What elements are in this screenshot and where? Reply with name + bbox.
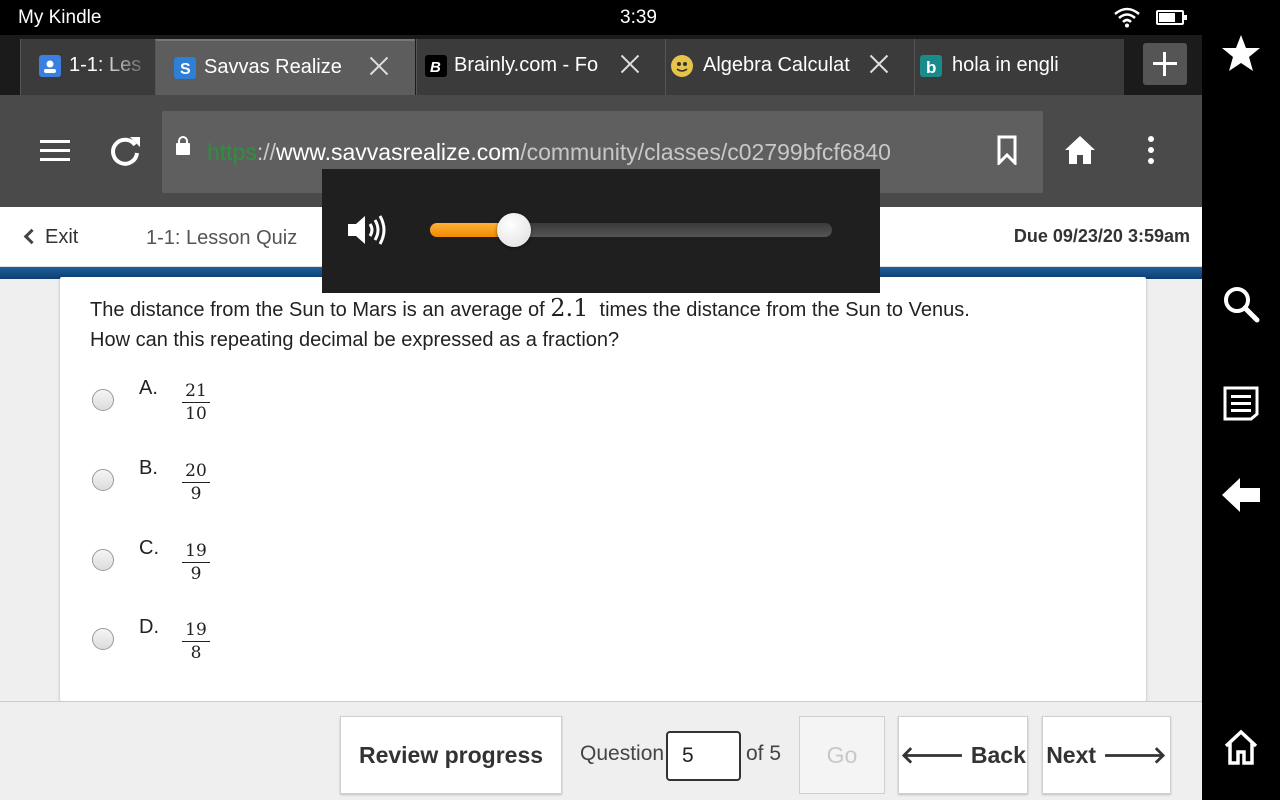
quiz-footer: Review progress Question of 5 Go 🡐 Back … [0, 701, 1202, 800]
overflow-menu-icon[interactable] [1145, 135, 1157, 165]
tab-brainly[interactable]: B Brainly.com - Fo [416, 39, 666, 95]
back-button[interactable]: 🡐 Back [898, 716, 1028, 794]
fraction: 21 10 [182, 381, 210, 424]
tab-savvas[interactable]: S Savvas Realize [155, 39, 415, 95]
speaker-icon [348, 215, 386, 245]
choice-d[interactable]: D. 19 8 [90, 616, 290, 676]
page-content: Exit 1-1: Lesson Quiz Due 09/23/20 3:59a… [0, 207, 1202, 800]
exit-button[interactable]: Exit [23, 226, 79, 249]
svg-text:B: B [430, 59, 441, 76]
tab-algebra[interactable]: Algebra Calculat [665, 39, 915, 95]
chevron-left-icon [23, 228, 40, 245]
close-icon[interactable] [366, 53, 392, 79]
choice-a[interactable]: A. 21 10 [90, 377, 290, 437]
radio-button[interactable] [92, 389, 114, 411]
tab-bing[interactable]: b hola in engli [914, 39, 1124, 95]
svg-text:b: b [926, 58, 936, 77]
reload-icon[interactable] [108, 133, 142, 167]
go-button[interactable]: Go [799, 716, 885, 794]
volume-overlay [322, 169, 880, 293]
tab-lesson[interactable]: 1-1: Les [20, 39, 156, 95]
question-total: of 5 [746, 742, 782, 765]
tab-title: Algebra Calculat [703, 54, 850, 76]
tab-strip: 1-1: Les S Savvas Realize B Brainly.com … [0, 35, 1202, 95]
fraction: 19 9 [182, 541, 210, 584]
exit-label: Exit [45, 226, 79, 248]
lock-icon [176, 136, 190, 155]
brainly-icon: B [425, 55, 447, 77]
choice-b[interactable]: B. 20 9 [90, 457, 290, 517]
fraction: 20 9 [182, 461, 210, 504]
radio-button[interactable] [92, 469, 114, 491]
back-arrow-icon[interactable] [1221, 477, 1261, 513]
reading-list-icon[interactable] [1222, 385, 1260, 421]
question-number-input[interactable] [666, 731, 741, 781]
url-text[interactable]: https://www.savvasrealize.com/community/… [207, 139, 891, 166]
bing-icon: b [920, 55, 942, 77]
calculator-icon [671, 55, 693, 77]
fraction: 19 8 [182, 620, 210, 663]
choice-c[interactable]: C. 19 9 [90, 537, 290, 597]
battery-icon [1156, 10, 1187, 25]
favorites-star-icon[interactable] [1221, 34, 1261, 72]
question-label: Question [580, 742, 665, 765]
savvas-icon: S [174, 57, 196, 79]
volume-fill [430, 223, 505, 237]
wifi-icon [1114, 7, 1140, 28]
app-name: My Kindle [18, 7, 102, 28]
svg-text:S: S [180, 61, 191, 78]
classroom-icon [39, 55, 61, 77]
status-bar: My Kindle 3:39 [0, 0, 1202, 35]
home-icon[interactable] [1222, 728, 1260, 766]
due-date: Due 09/23/20 3:59am [1013, 226, 1190, 246]
close-icon[interactable] [617, 51, 643, 77]
clock: 3:39 [620, 7, 657, 28]
close-icon[interactable] [866, 51, 892, 77]
arrow-left-icon: 🡐 [900, 742, 965, 769]
volume-slider-thumb[interactable] [497, 213, 532, 247]
tab-title: Brainly.com - Fo [454, 54, 599, 76]
radio-button[interactable] [92, 628, 114, 650]
search-icon[interactable] [1222, 285, 1260, 323]
decimal-number: 2.1 [550, 294, 589, 322]
new-tab-button[interactable] [1143, 43, 1187, 85]
arrow-right-icon: 🡒 [1102, 742, 1167, 769]
next-button[interactable]: Next 🡒 [1042, 716, 1171, 794]
tab-title: Savvas Realize [204, 56, 342, 78]
side-panel [1202, 0, 1280, 800]
bookmark-icon[interactable] [997, 135, 1017, 165]
quiz-title: 1-1: Lesson Quiz [146, 227, 298, 249]
question-card: The distance from the Sun to Mars is an … [60, 277, 1146, 701]
menu-icon[interactable] [40, 138, 70, 162]
home-icon[interactable] [1064, 135, 1096, 165]
radio-button[interactable] [92, 549, 114, 571]
question-text: The distance from the Sun to Mars is an … [90, 294, 970, 351]
review-progress-button[interactable]: Review progress [340, 716, 562, 794]
